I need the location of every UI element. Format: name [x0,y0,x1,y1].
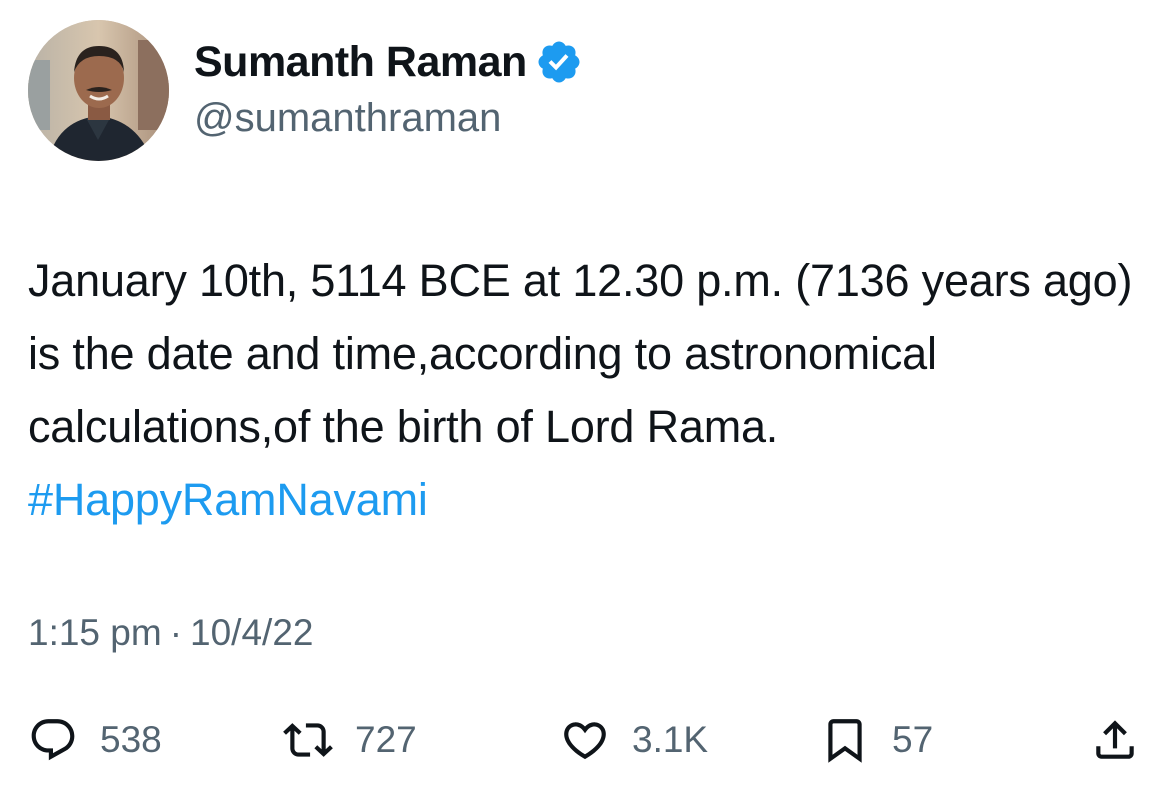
bookmark-button[interactable]: 57 [820,708,933,772]
tweet-timestamp[interactable]: 1:15 pm · 10/4/22 [28,612,313,654]
reply-icon [28,715,78,765]
author-name-row: Sumanth Raman [194,34,583,90]
hashtag-link[interactable]: #HappyRamNavami [28,474,428,525]
author-handle[interactable]: @sumanthraman [194,96,501,141]
tweet-body: January 10th, 5114 BCE at 12.30 p.m. (71… [28,255,1133,452]
retweet-count: 727 [355,719,417,760]
share-icon [1090,715,1140,765]
tweet-action-bar: 538 727 3.1K 57 [0,708,1170,772]
author-display-name[interactable]: Sumanth Raman [194,38,527,87]
share-button[interactable] [1090,708,1140,772]
verified-badge-icon[interactable] [535,38,583,86]
avatar[interactable] [28,20,169,161]
retweet-button[interactable]: 727 [283,708,417,772]
heart-icon [560,715,610,765]
reply-button[interactable]: 538 [28,708,162,772]
bookmark-count: 57 [892,719,934,760]
tweet-date: 10/4/22 [190,612,314,653]
retweet-icon [283,715,333,765]
timestamp-separator: · [169,612,183,653]
tweet-text: January 10th, 5114 BCE at 12.30 p.m. (71… [28,244,1138,536]
bookmark-icon [820,715,870,765]
avatar-photo [28,20,169,161]
like-count: 3.1K [632,719,709,760]
reply-count: 538 [100,719,162,760]
tweet-time: 1:15 pm [28,612,162,653]
like-button[interactable]: 3.1K [560,708,708,772]
